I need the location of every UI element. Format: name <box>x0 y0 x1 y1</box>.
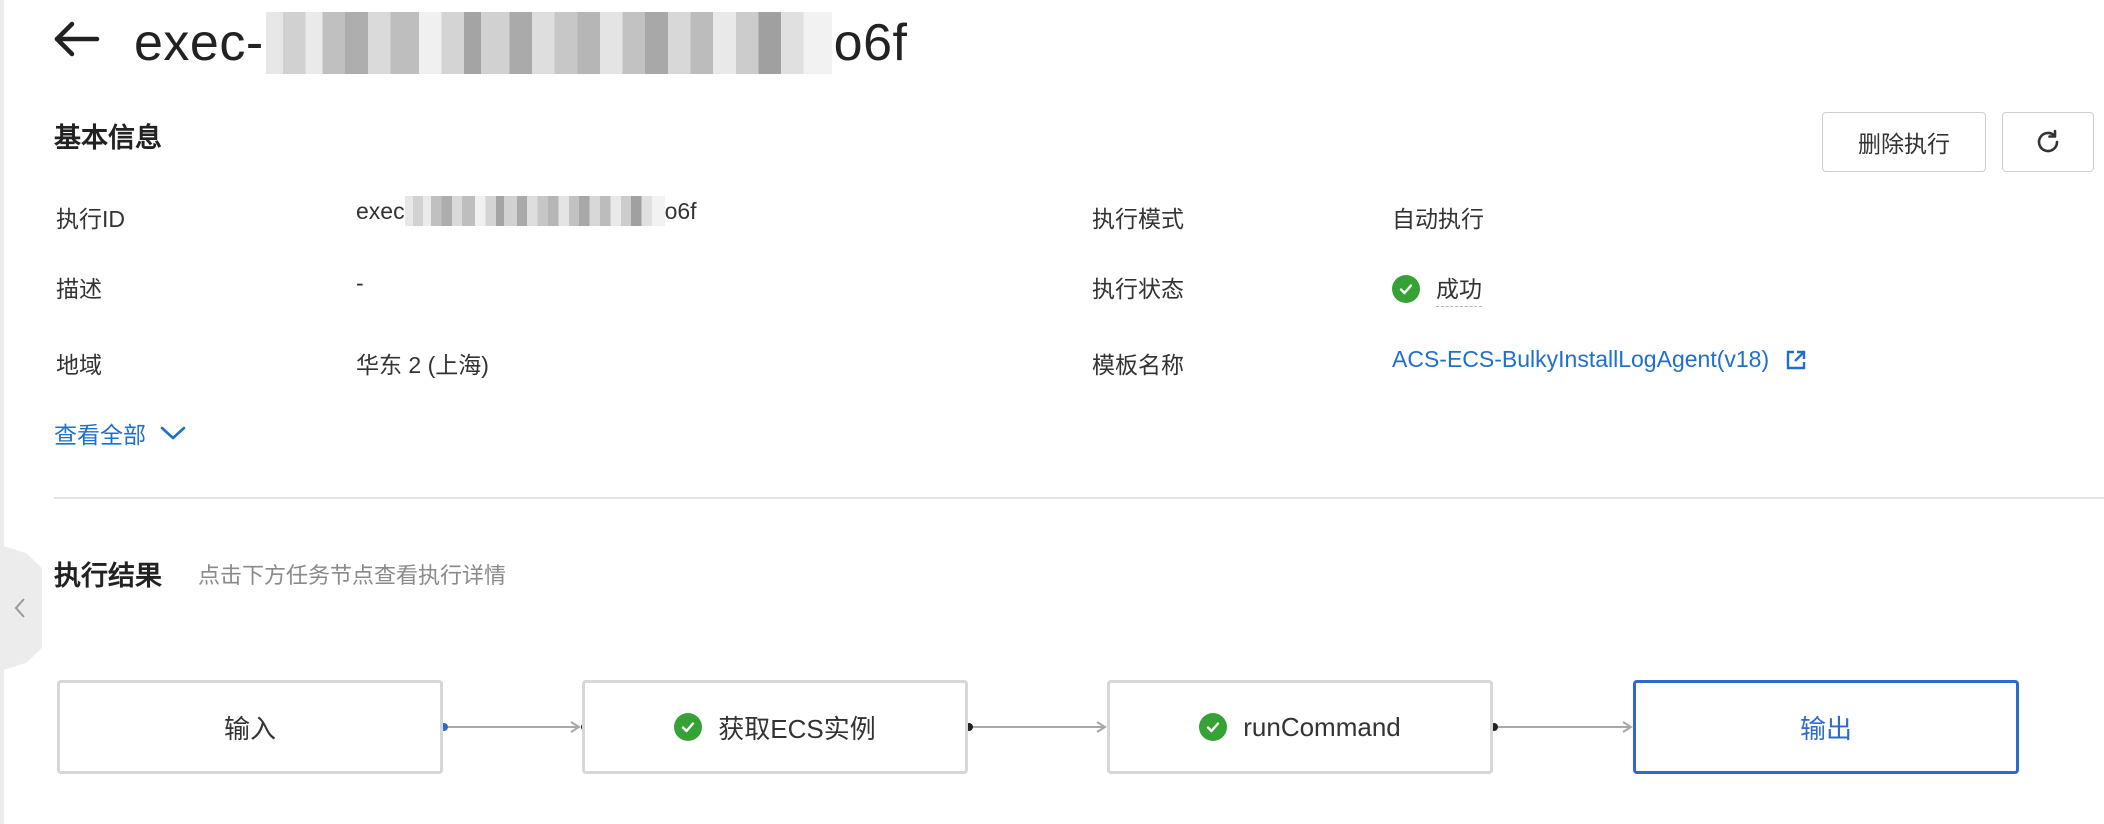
region-value: 华东 2 (上海) <box>356 352 489 378</box>
redacted-id-mosaic <box>265 12 832 74</box>
left-panel-border <box>0 0 4 824</box>
view-all-label: 查看全部 <box>54 422 146 448</box>
template-name-label: 模板名称 <box>1092 352 1184 378</box>
region-label: 地域 <box>56 352 102 378</box>
exec-mode-label: 执行模式 <box>1092 206 1184 232</box>
exec-id-label: 执行ID <box>56 206 125 232</box>
template-name-link[interactable]: ACS-ECS-BulkyInstallLogAgent(v18) <box>1392 346 1807 373</box>
flow-node-label: runCommand <box>1243 711 1401 742</box>
results-hint: 点击下方任务节点查看执行详情 <box>198 563 507 588</box>
description-label: 描述 <box>56 276 102 302</box>
edge-input-to-getecs <box>440 721 589 733</box>
redacted-exec-id-mosaic <box>404 196 665 226</box>
flow-node-label: 输出 <box>1799 713 1852 744</box>
results-title: 执行结果 <box>54 561 162 591</box>
chevron-left-icon <box>14 598 25 618</box>
page-title-prefix: exec- <box>134 14 264 72</box>
refresh-icon <box>2037 129 2059 153</box>
view-all-toggle[interactable]: 查看全部 <box>54 416 186 450</box>
basic-info-title: 基本信息 <box>54 123 162 153</box>
flow-node-input[interactable]: 输入 <box>57 680 443 774</box>
success-check-icon <box>674 713 703 741</box>
sidebar-collapse-toggle[interactable] <box>4 546 42 670</box>
edge-runcommand-to-output <box>1490 721 1641 733</box>
section-divider <box>54 497 2104 499</box>
template-name-text: ACS-ECS-BulkyInstallLogAgent(v18) <box>1392 346 1770 372</box>
exec-id-suffix: o6f <box>664 197 697 224</box>
exec-status-label: 执行状态 <box>1092 276 1184 302</box>
status-text: 成功 <box>1436 270 1482 307</box>
delete-execution-button[interactable]: 删除执行 <box>1822 112 1986 172</box>
delete-execution-label: 删除执行 <box>1858 131 1950 157</box>
flow-node-output[interactable]: 输出 <box>1633 680 2019 774</box>
flow-node-get-ecs-instances[interactable]: 获取ECS实例 <box>582 680 968 774</box>
exec-id-value: exec o6f <box>356 196 697 226</box>
back-button[interactable] <box>52 14 102 64</box>
flow-node-run-command[interactable]: runCommand <box>1107 680 1493 774</box>
flow-node-label: 输入 <box>223 713 276 744</box>
success-check-icon <box>1392 274 1420 303</box>
description-value: - <box>356 270 364 296</box>
external-link-icon <box>1786 350 1806 369</box>
chevron-down-icon <box>160 426 186 440</box>
success-check-icon <box>1199 713 1228 741</box>
arrow-left-icon <box>54 21 100 57</box>
page-title: exec- o6f <box>134 8 907 78</box>
exec-status-value: 成功 <box>1392 270 1482 307</box>
refresh-button[interactable] <box>2002 112 2094 172</box>
exec-id-prefix: exec <box>356 197 405 224</box>
edge-getecs-to-runcommand <box>965 721 1115 733</box>
flow-node-label: 获取ECS实例 <box>718 713 876 744</box>
exec-mode-value: 自动执行 <box>1392 206 1484 232</box>
page-title-suffix: o6f <box>833 14 908 72</box>
